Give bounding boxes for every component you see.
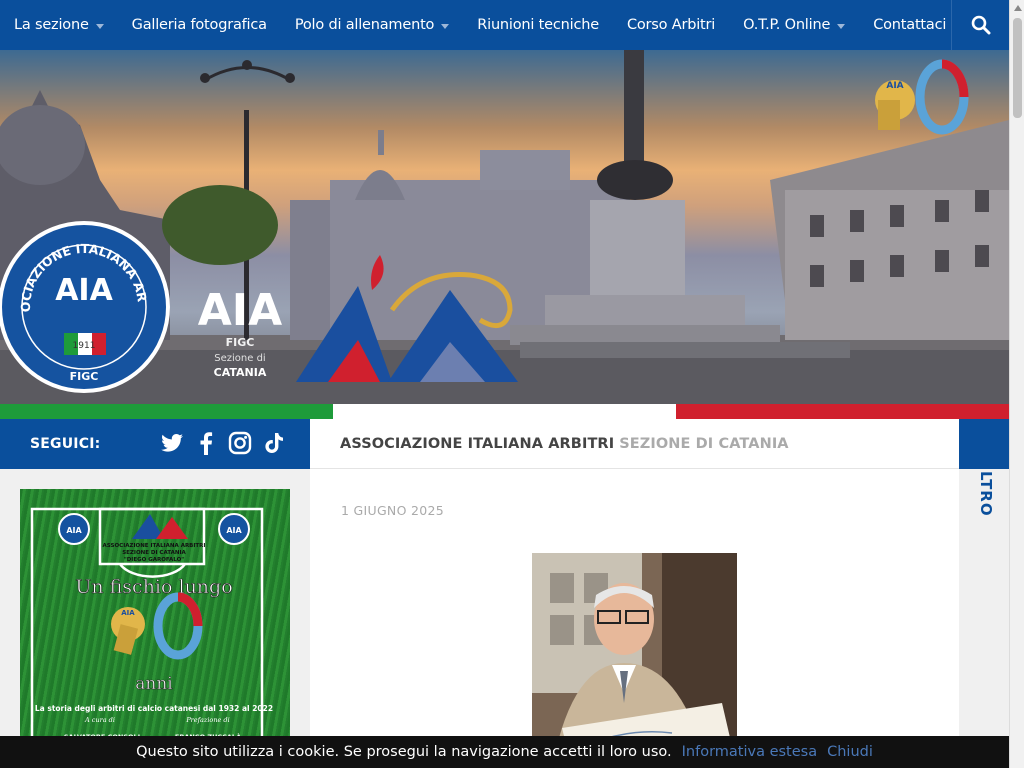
svg-text:AIA: AIA <box>198 285 282 336</box>
nav-menu: La sezione Galleria fotografica Polo di … <box>0 0 974 50</box>
svg-text:A cura di: A cura di <box>84 716 115 724</box>
flag-green <box>0 404 333 419</box>
social-bar: SEGUICI: <box>0 419 310 469</box>
instagram-icon[interactable] <box>228 431 252 457</box>
svg-text:AIA: AIA <box>55 273 113 308</box>
scroll-thumb[interactable] <box>1013 18 1022 118</box>
site-title-primary: ASSOCIAZIONE ITALIANA ARBITRI <box>340 435 615 452</box>
post-date: 1 GIUGNO 2025 <box>341 503 445 518</box>
book-poster-image[interactable]: AIA AIA ASSOCIAZIONE ITALIANA ARBITRI SE… <box>20 489 290 749</box>
nav-item-polo-allenamento[interactable]: Polo di allenamento <box>295 17 450 33</box>
svg-text:ASSOCIAZIONE ITALIANA ARBITRI: ASSOCIAZIONE ITALIANA ARBITRI <box>103 543 206 549</box>
chevron-down-icon <box>95 23 104 29</box>
chevron-down-icon <box>837 23 846 29</box>
secondary-sidebar-label[interactable]: LTRO <box>973 469 995 517</box>
social-icons <box>160 431 286 457</box>
nav-item-la-sezione[interactable]: La sezione <box>14 17 104 33</box>
nav-item-riunioni-tecniche[interactable]: Riunioni tecniche <box>477 17 599 33</box>
cookie-banner: Questo sito utilizza i cookie. Se proseg… <box>0 736 1009 768</box>
facebook-icon[interactable] <box>194 431 218 457</box>
search-button[interactable] <box>951 0 1009 50</box>
svg-text:AIA: AIA <box>226 526 242 535</box>
svg-text:AIA: AIA <box>121 609 135 617</box>
nav-item-contattaci[interactable]: Contattaci <box>873 17 946 33</box>
svg-text:AIA: AIA <box>886 81 903 91</box>
chevron-down-icon <box>441 23 450 29</box>
svg-text:FIGC: FIGC <box>226 336 255 349</box>
main-content: 1 GIUGNO 2025 <box>310 469 959 768</box>
cookie-close-button[interactable]: Chiudi <box>827 744 873 760</box>
svg-text:CATANIA: CATANIA <box>214 366 267 379</box>
svg-text:Prefazione di: Prefazione di <box>185 716 229 724</box>
flag-white <box>333 404 676 419</box>
poster-graphic: AIA AIA ASSOCIAZIONE ITALIANA ARBITRI SE… <box>30 507 273 749</box>
site-title-secondary: SEZIONE DI CATANIA <box>619 435 789 452</box>
flag-stripe <box>0 404 1009 419</box>
primary-sidebar: AIA AIA ASSOCIAZIONE ITALIANA ARBITRI SE… <box>0 469 310 768</box>
svg-text:Un fischio lungo: Un fischio lungo <box>75 576 232 598</box>
nav-item-galleria[interactable]: Galleria fotografica <box>132 17 267 33</box>
flag-red <box>676 404 1009 419</box>
svg-text:La storia degli arbitri di cal: La storia degli arbitri di calcio catane… <box>35 704 273 713</box>
cookie-message: Questo sito utilizza i cookie. Se proseg… <box>136 744 672 760</box>
svg-text:"DIEGO GAROFALO": "DIEGO GAROFALO" <box>124 557 184 563</box>
site-title[interactable]: ASSOCIAZIONE ITALIANA ARBITRI SEZIONE DI… <box>310 419 959 469</box>
social-label: SEGUICI: <box>30 436 101 452</box>
nav-item-otp-online[interactable]: O.T.P. Online <box>743 17 846 33</box>
search-icon <box>971 15 990 35</box>
scroll-up-arrow-icon[interactable] <box>1010 0 1024 16</box>
secondary-sidebar: LTRO <box>959 419 1009 768</box>
page-scrollbar[interactable] <box>1009 0 1024 768</box>
secondary-sidebar-toggle[interactable] <box>959 419 1009 469</box>
ninety-years-badge: AIA <box>875 59 969 135</box>
svg-text:Sezione di: Sezione di <box>214 353 265 364</box>
svg-text:1911: 1911 <box>73 341 96 351</box>
hero-banner[interactable]: ASSOCIAZIONE ITALIANA ARBITRI AIA 1911 F… <box>0 50 1009 404</box>
twitter-icon[interactable] <box>160 431 184 457</box>
cookie-more-info-link[interactable]: Informativa estesa <box>682 744 817 760</box>
svg-text:anni: anni <box>135 674 173 694</box>
svg-text:AIA: AIA <box>66 526 82 535</box>
svg-text:FIGC: FIGC <box>70 370 99 383</box>
top-navigation: La sezione Galleria fotografica Polo di … <box>0 0 1009 50</box>
nav-item-corso-arbitri[interactable]: Corso Arbitri <box>627 17 715 33</box>
svg-text:SEZIONE DI CATANIA: SEZIONE DI CATANIA <box>122 550 186 556</box>
hero-image: ASSOCIAZIONE ITALIANA ARBITRI AIA 1911 F… <box>0 50 1009 404</box>
tiktok-icon[interactable] <box>262 431 286 457</box>
